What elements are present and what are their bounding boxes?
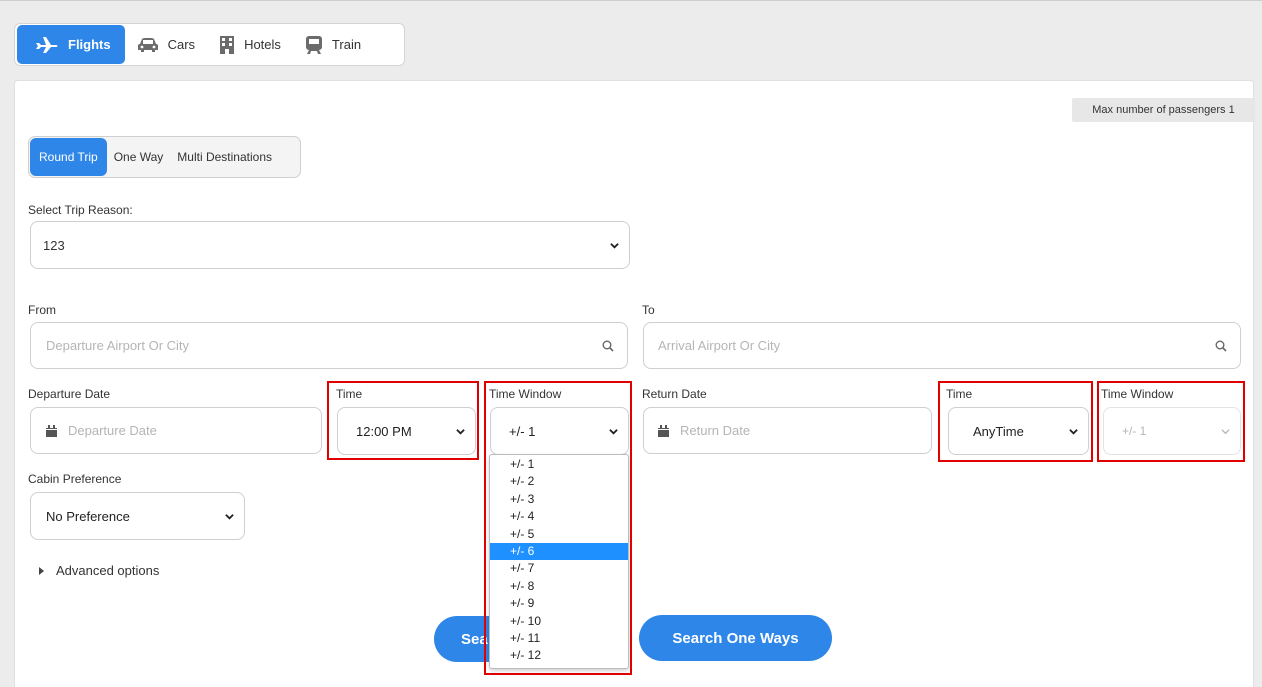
tab-hotels-label: Hotels bbox=[244, 37, 281, 52]
trip-type-round-trip[interactable]: Round Trip bbox=[30, 138, 107, 176]
from-label: From bbox=[28, 303, 56, 317]
cabin-preference-select[interactable]: No Preference bbox=[30, 492, 245, 540]
return-date-input[interactable]: Return Date bbox=[643, 407, 932, 454]
tab-cars-label: Cars bbox=[167, 37, 196, 52]
building-icon bbox=[220, 35, 235, 54]
highlight-box-departure-window bbox=[484, 381, 632, 675]
departure-date-input[interactable]: Departure Date bbox=[30, 407, 322, 454]
tab-train-label: Train bbox=[331, 37, 362, 52]
train-icon bbox=[305, 35, 322, 54]
cabin-preference-label: Cabin Preference bbox=[28, 472, 122, 486]
highlight-box-return-window bbox=[1097, 381, 1245, 462]
product-tabs: Flights Cars Hotels Train bbox=[14, 23, 405, 66]
chevron-down-icon bbox=[610, 243, 619, 249]
departure-date-label: Departure Date bbox=[28, 387, 111, 401]
tab-hotels[interactable]: Hotels bbox=[207, 25, 293, 64]
advanced-options-toggle[interactable]: Advanced options bbox=[39, 563, 159, 578]
trip-reason-select[interactable]: 123 bbox=[30, 221, 630, 269]
search-icon bbox=[1215, 340, 1227, 352]
to-placeholder: Arrival Airport Or City bbox=[658, 338, 781, 353]
departure-date-placeholder: Departure Date bbox=[68, 423, 157, 438]
search-one-ways-label: Search One Ways bbox=[672, 629, 799, 647]
trip-type-toggle: Round Trip One Way Multi Destinations bbox=[28, 136, 301, 178]
top-border bbox=[0, 0, 1262, 8]
trip-type-multi-destinations[interactable]: Multi Destinations bbox=[170, 138, 279, 176]
max-passengers-badge: Max number of passengers 1 bbox=[1072, 98, 1255, 122]
from-placeholder: Departure Airport Or City bbox=[46, 338, 190, 353]
tab-train[interactable]: Train bbox=[293, 25, 373, 64]
search-one-ways-button[interactable]: Search One Ways bbox=[639, 615, 832, 661]
cabin-preference-value: No Preference bbox=[46, 508, 130, 524]
highlight-box-departure-time bbox=[327, 381, 479, 460]
tab-flights-label: Flights bbox=[68, 37, 111, 52]
tab-cars[interactable]: Cars bbox=[125, 25, 207, 64]
advanced-options-label: Advanced options bbox=[56, 563, 160, 578]
calendar-icon bbox=[658, 424, 669, 437]
highlight-box-return-time bbox=[938, 381, 1093, 462]
from-input[interactable]: Departure Airport Or City bbox=[30, 322, 628, 369]
car-icon bbox=[137, 37, 158, 52]
return-date-label: Return Date bbox=[642, 387, 707, 401]
trip-reason-value: 123 bbox=[43, 237, 65, 253]
to-input[interactable]: Arrival Airport Or City bbox=[643, 322, 1241, 369]
caret-right-icon bbox=[39, 566, 44, 575]
plane-icon bbox=[36, 36, 58, 53]
trip-type-one-way[interactable]: One Way bbox=[107, 138, 171, 176]
chevron-down-icon bbox=[225, 514, 234, 520]
return-date-placeholder: Return Date bbox=[680, 423, 751, 438]
search-icon bbox=[602, 340, 614, 352]
calendar-icon bbox=[46, 424, 57, 437]
trip-reason-label: Select Trip Reason: bbox=[28, 203, 133, 217]
tab-flights[interactable]: Flights bbox=[17, 25, 125, 64]
to-label: To bbox=[642, 303, 655, 317]
